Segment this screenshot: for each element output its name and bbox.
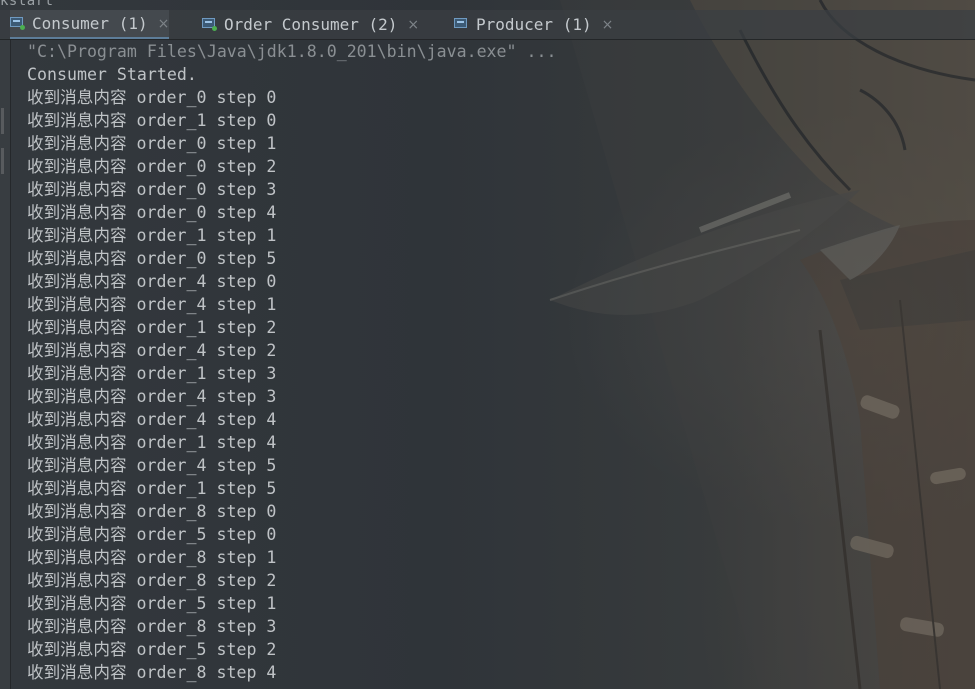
console-left-gutter bbox=[0, 38, 11, 689]
running-dot-icon bbox=[20, 25, 25, 30]
console-line: 收到消息内容 order_1 step 0 bbox=[27, 111, 277, 130]
gutter-scroll-marker bbox=[1, 108, 4, 134]
tab-consumer-1[interactable]: Consumer (1) × bbox=[10, 10, 170, 39]
console-line: 收到消息内容 order_8 step 0 bbox=[27, 502, 277, 521]
run-tool-window: kstart Consumer (1) × Order Consumer (2)… bbox=[0, 0, 975, 689]
console-line: 收到消息内容 order_0 step 0 bbox=[27, 88, 277, 107]
console-line: 收到消息内容 order_4 step 4 bbox=[27, 410, 277, 429]
command-line: "C:\Program Files\Java\jdk1.8.0_201\bin\… bbox=[27, 42, 557, 61]
close-icon[interactable]: × bbox=[158, 16, 170, 32]
console-line: 收到消息内容 order_1 step 1 bbox=[27, 226, 277, 245]
tab-order-consumer-2[interactable]: Order Consumer (2) × bbox=[202, 10, 419, 39]
console-line: 收到消息内容 order_8 step 3 bbox=[27, 617, 277, 636]
tab-label: Order Consumer (2) bbox=[224, 15, 398, 34]
console-output[interactable]: "C:\Program Files\Java\jdk1.8.0_201\bin\… bbox=[27, 40, 967, 684]
console-line: 收到消息内容 order_1 step 4 bbox=[27, 433, 277, 452]
console-line: 收到消息内容 order_4 step 1 bbox=[27, 295, 277, 314]
tab-label: Producer (1) bbox=[476, 15, 592, 34]
console-line: 收到消息内容 order_4 step 0 bbox=[27, 272, 277, 291]
console-line: 收到消息内容 order_0 step 3 bbox=[27, 180, 277, 199]
console-line: 收到消息内容 order_1 step 5 bbox=[27, 479, 277, 498]
tab-producer-1[interactable]: Producer (1) × bbox=[454, 10, 613, 39]
console-line: 收到消息内容 order_0 step 5 bbox=[27, 249, 277, 268]
console-window-icon bbox=[454, 18, 470, 31]
close-icon[interactable]: × bbox=[407, 17, 419, 33]
started-line: Consumer Started. bbox=[27, 65, 197, 84]
console-line: 收到消息内容 order_8 step 1 bbox=[27, 548, 277, 567]
console-line: 收到消息内容 order_4 step 5 bbox=[27, 456, 277, 475]
console-line: 收到消息内容 order_5 step 0 bbox=[27, 525, 277, 544]
console-line: 收到消息内容 order_4 step 3 bbox=[27, 387, 277, 406]
console-line: 收到消息内容 order_0 step 1 bbox=[27, 134, 277, 153]
running-dot-icon bbox=[212, 26, 217, 31]
console-line: 收到消息内容 order_1 step 3 bbox=[27, 364, 277, 383]
console-line: 收到消息内容 order_1 step 2 bbox=[27, 318, 277, 337]
console-line: 收到消息内容 order_0 step 4 bbox=[27, 203, 277, 222]
console-window-icon bbox=[202, 18, 218, 31]
console-line: 收到消息内容 order_4 step 2 bbox=[27, 341, 277, 360]
console-window-icon bbox=[10, 17, 26, 30]
console-line: 收到消息内容 order_5 step 1 bbox=[27, 594, 277, 613]
console-line: 收到消息内容 order_8 step 4 bbox=[27, 663, 277, 682]
close-icon[interactable]: × bbox=[602, 17, 614, 33]
console-line: 收到消息内容 order_8 step 2 bbox=[27, 571, 277, 590]
console-line: 收到消息内容 order_0 step 2 bbox=[27, 157, 277, 176]
run-tabs-bar: Consumer (1) × Order Consumer (2) × Prod… bbox=[0, 10, 975, 40]
message-lines: 收到消息内容 order_0 step 0 收到消息内容 order_1 step… bbox=[27, 86, 967, 684]
gutter-scroll-marker bbox=[1, 148, 4, 174]
partially-hidden-title: kstart bbox=[0, 0, 54, 9]
console-line: 收到消息内容 order_5 step 2 bbox=[27, 640, 277, 659]
tab-label: Consumer (1) bbox=[32, 14, 148, 33]
